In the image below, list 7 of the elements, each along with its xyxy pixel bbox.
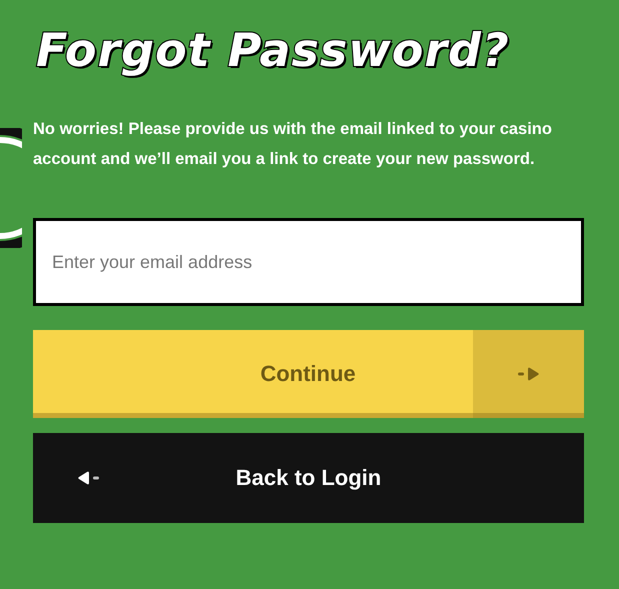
continue-button[interactable]: Continue [33,330,584,418]
back-button[interactable]: Back to Login [33,433,584,523]
description-text: No worries! Please provide us with the email linked to your casino account and we’ll email you a link to create your new password. [33,119,553,170]
arrow-left-icon [77,471,99,485]
page-title: Forgot Password? [36,22,511,78]
email-field[interactable]: Enter your email address [33,218,584,306]
arrow-right-icon [518,367,540,381]
